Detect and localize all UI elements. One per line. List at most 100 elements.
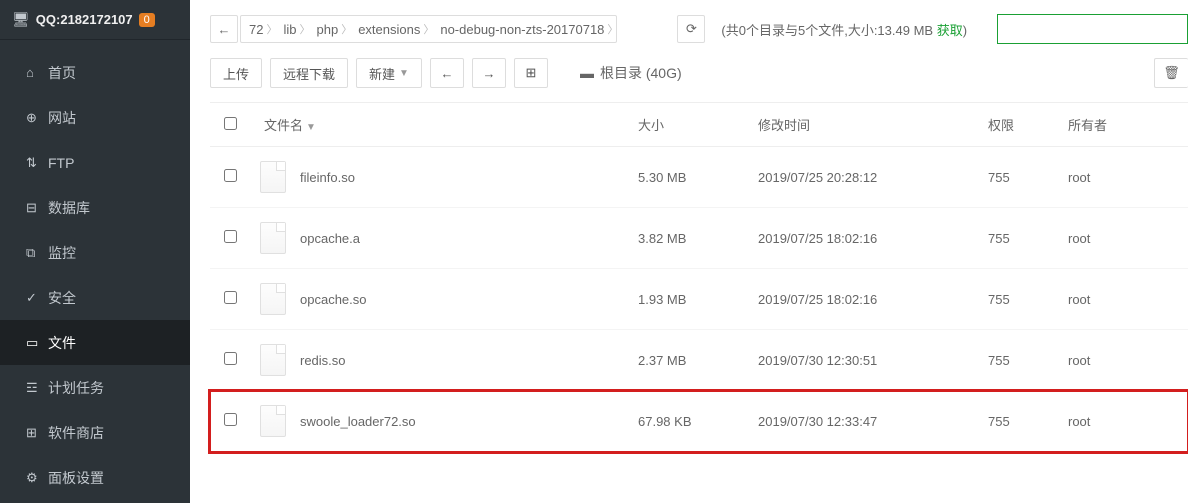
file-mtime: 2019/07/25 18:02:16 — [748, 208, 978, 269]
menu-label: 首页 — [48, 63, 76, 83]
breadcrumb-back-button[interactable]: ← — [210, 15, 238, 43]
file-icon — [260, 344, 286, 376]
file-mtime: 2019/07/25 18:02:16 — [748, 269, 978, 330]
file-perm: 755 — [978, 147, 1058, 208]
path-info: (共0个目录与5个文件,大小:13.49 MB 获取) — [721, 20, 967, 39]
table-row[interactable]: swoole_loader72.so67.98 KB2019/07/30 12:… — [210, 391, 1188, 452]
file-icon — [260, 405, 286, 437]
file-table: 文件名▼ 大小 修改时间 权限 所有者 fileinfo.so5.30 MB20… — [210, 102, 1188, 452]
header-name[interactable]: 文件名▼ — [250, 103, 628, 147]
file-size: 3.82 MB — [628, 208, 748, 269]
breadcrumb-part[interactable]: 72 — [241, 16, 275, 42]
file-owner: root — [1058, 269, 1188, 330]
search-input[interactable] — [997, 14, 1188, 44]
menu-label: 文件 — [48, 333, 76, 353]
menu-label: 安全 — [48, 288, 76, 308]
row-checkbox[interactable] — [224, 413, 237, 426]
sidebar-item[interactable]: ⊟数据库 — [0, 185, 190, 230]
menu-label: 数据库 — [48, 198, 90, 218]
file-mtime: 2019/07/30 12:33:47 — [748, 391, 978, 452]
file-icon — [260, 283, 286, 315]
file-icon — [260, 161, 286, 193]
new-label: 新建 — [369, 64, 395, 83]
menu-icon: ⌂ — [26, 65, 48, 80]
sidebar-item[interactable]: ⧉监控 — [0, 230, 190, 275]
notification-badge[interactable]: 0 — [139, 13, 155, 27]
row-checkbox[interactable] — [224, 169, 237, 182]
table-row[interactable]: opcache.a 3.82 MB2019/07/25 18:02:16755ro… — [210, 208, 1188, 269]
sidebar-item[interactable]: ⚙面板设置 — [0, 455, 190, 500]
forward-button[interactable]: → — [472, 58, 506, 88]
sidebar-item[interactable]: ☲计划任务 — [0, 365, 190, 410]
monitor-icon: 🖥 — [12, 11, 30, 28]
file-icon — [260, 222, 286, 254]
breadcrumb-part[interactable]: extensions — [350, 16, 432, 42]
file-perm: 755 — [978, 208, 1058, 269]
menu-icon: ▭ — [26, 335, 48, 351]
breadcrumb-part[interactable]: php — [308, 16, 350, 42]
sidebar-item[interactable]: ▭文件 — [0, 320, 190, 365]
file-owner: root — [1058, 208, 1188, 269]
sidebar-item[interactable]: ⊞软件商店 — [0, 410, 190, 455]
file-size: 5.30 MB — [628, 147, 748, 208]
header-size[interactable]: 大小 — [628, 103, 748, 147]
breadcrumb: 72libphpextensionsno-debug-non-zts-20170… — [240, 15, 617, 43]
root-directory[interactable]: ▬ 根目录 (40G) — [580, 63, 682, 83]
header-perm[interactable]: 权限 — [978, 103, 1058, 147]
file-mtime: 2019/07/25 20:28:12 — [748, 147, 978, 208]
table-row[interactable]: opcache.so1.93 MB2019/07/25 18:02:16755r… — [210, 269, 1188, 330]
breadcrumb-part[interactable]: no-debug-non-zts-20170718 — [432, 16, 616, 42]
menu-label: 网站 — [48, 108, 76, 128]
header-mtime[interactable]: 修改时间 — [748, 103, 978, 147]
path-summary: (共0个目录与5个文件,大小:13.49 MB — [721, 23, 936, 38]
path-summary-suffix: ) — [963, 23, 967, 38]
layout-button[interactable]: ⊞ — [514, 58, 548, 88]
sidebar-item[interactable]: ⊕网站 — [0, 95, 190, 140]
sort-down-icon: ▼ — [306, 122, 316, 133]
new-button[interactable]: 新建 ▼ — [356, 58, 422, 88]
menu-icon: ✓ — [26, 290, 48, 306]
table-row[interactable]: fileinfo.so 5.30 MB2019/07/25 20:28:12755… — [210, 147, 1188, 208]
file-name: fileinfo.so — [300, 170, 355, 185]
root-label: 根目录 (40G) — [600, 63, 682, 83]
trash-button[interactable]: 🗑 — [1154, 58, 1188, 88]
row-checkbox[interactable] — [224, 291, 237, 304]
select-all-checkbox[interactable] — [224, 117, 237, 130]
file-owner: root — [1058, 391, 1188, 452]
menu-label: FTP — [48, 155, 74, 171]
get-link[interactable]: 获取 — [937, 23, 963, 38]
menu-icon: ⊕ — [26, 110, 48, 126]
file-name: opcache.so — [300, 292, 367, 307]
menu-icon: ⊞ — [26, 425, 48, 441]
upload-button[interactable]: 上传 — [210, 58, 262, 88]
row-checkbox[interactable] — [224, 352, 237, 365]
breadcrumb-part[interactable]: lib — [275, 16, 308, 42]
table-row[interactable]: redis.so2.37 MB2019/07/30 12:30:51755roo… — [210, 330, 1188, 391]
menu-icon: ⇅ — [26, 155, 48, 171]
disk-icon: ▬ — [580, 65, 594, 81]
back-button[interactable]: ← — [430, 58, 464, 88]
file-name: redis.so — [300, 353, 346, 368]
sidebar-item[interactable]: ⌂首页 — [0, 50, 190, 95]
sidebar-item[interactable]: ✓安全 — [0, 275, 190, 320]
menu-label: 软件商店 — [48, 423, 104, 443]
file-perm: 755 — [978, 330, 1058, 391]
qq-id: QQ:2182172107 — [36, 12, 133, 27]
menu-label: 计划任务 — [48, 378, 104, 398]
sidebar-item[interactable]: ⇅FTP — [0, 140, 190, 185]
sidebar-header: 🖥 QQ:2182172107 0 — [0, 0, 190, 40]
menu-icon: ⊟ — [26, 200, 48, 216]
refresh-button[interactable]: ⟳ — [677, 15, 705, 43]
menu-icon: ⧉ — [26, 245, 48, 261]
file-name: opcache.a — [300, 231, 360, 246]
menu-label: 监控 — [48, 243, 76, 263]
row-checkbox[interactable] — [224, 230, 237, 243]
header-owner[interactable]: 所有者 — [1058, 103, 1188, 147]
file-mtime: 2019/07/30 12:30:51 — [748, 330, 978, 391]
file-owner: root — [1058, 147, 1188, 208]
breadcrumb-row: ← 72libphpextensionsno-debug-non-zts-201… — [210, 14, 1188, 44]
main: ← 72libphpextensionsno-debug-non-zts-201… — [190, 0, 1188, 503]
file-size: 1.93 MB — [628, 269, 748, 330]
chevron-down-icon: ▼ — [399, 68, 409, 79]
remote-download-button[interactable]: 远程下载 — [270, 58, 348, 88]
